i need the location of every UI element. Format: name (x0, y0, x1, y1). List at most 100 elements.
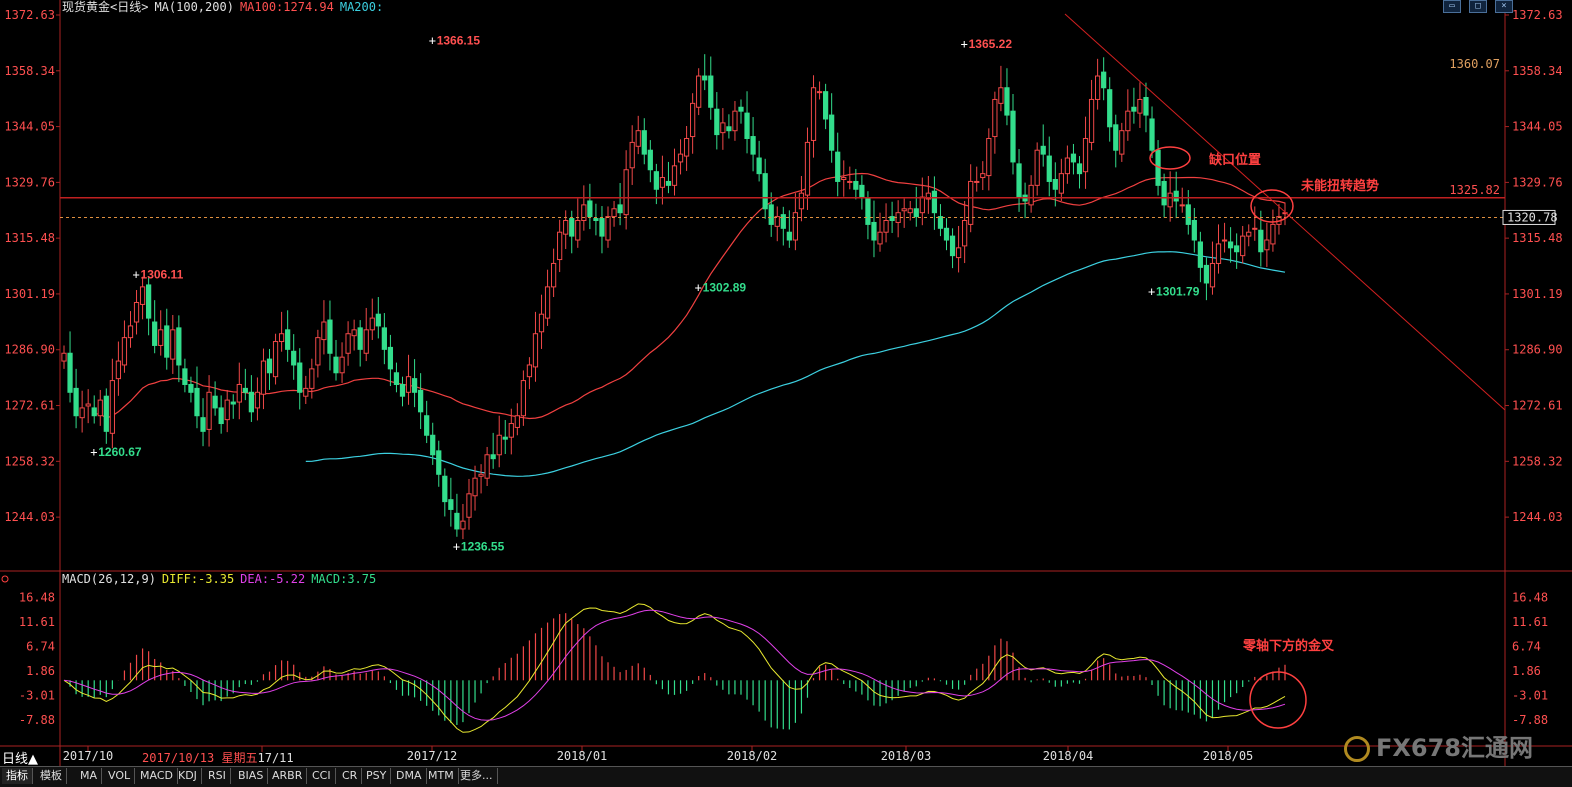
candle-body (188, 383, 194, 393)
candle-body (484, 454, 490, 479)
candle-body (720, 122, 726, 134)
candle-body (611, 208, 617, 218)
price-tick-left: 1258.32 (4, 454, 55, 468)
symbol-title[interactable]: 现货黄金<日线> (62, 0, 148, 14)
candle-body (1197, 241, 1203, 268)
candle-body (986, 138, 992, 177)
candle-body (67, 352, 73, 393)
period-indicator[interactable]: 日线▲ (2, 748, 38, 767)
candle-body (1113, 124, 1119, 151)
candle-body (1125, 110, 1131, 132)
candle-body (411, 378, 418, 393)
candle-body (1137, 98, 1143, 114)
price-tick-left: 1286.90 (4, 343, 55, 357)
candle-body (1131, 106, 1137, 112)
tab-kdj[interactable]: KDJ (174, 768, 202, 784)
candle-body (829, 114, 835, 151)
tab-cci[interactable]: CCI (308, 768, 336, 784)
macd-tick-right: 11.61 (1512, 615, 1548, 629)
tab-cr[interactable]: CR (338, 768, 363, 784)
tab-psy[interactable]: PSY (362, 768, 392, 784)
candle-body (1004, 87, 1010, 116)
candle-body (430, 434, 436, 456)
candle-body (176, 327, 182, 366)
tab-bias[interactable]: BIAS (234, 768, 269, 784)
candle-body (937, 216, 944, 229)
candle-body (182, 368, 188, 385)
candle-body (333, 356, 339, 374)
candle-body (931, 190, 938, 214)
candle-body (690, 102, 696, 138)
tab-template[interactable]: 模板 (36, 768, 67, 784)
candle-body (835, 151, 841, 182)
tab-vol[interactable]: VOL (104, 768, 136, 784)
tab-mtm[interactable]: MTM (424, 768, 459, 784)
candle-body (756, 157, 762, 175)
candle-body (955, 247, 962, 259)
candle-body (442, 475, 448, 503)
candle-body (907, 208, 913, 214)
candle-body (1010, 110, 1016, 163)
candle-body (194, 387, 200, 417)
candle-body (623, 169, 629, 216)
tab-rsi[interactable]: RSI (204, 768, 231, 784)
ma-indicator-label[interactable]: MA(100,200) (154, 0, 233, 14)
candle-body (883, 219, 889, 233)
candle-body (871, 221, 877, 241)
candle-body (315, 337, 321, 366)
candle-body (369, 317, 375, 331)
candle-body (357, 327, 363, 350)
gap-annotation: 缺口位置 (1208, 152, 1261, 168)
candle-body (387, 346, 394, 370)
candle-body (127, 325, 134, 339)
candle-body (665, 180, 672, 186)
macd-value: MACD:3.75 (311, 572, 377, 586)
candle-body (532, 333, 539, 368)
tab-indicator[interactable]: 指标 (2, 768, 33, 784)
candle-body (436, 450, 442, 475)
candle-body (1064, 157, 1071, 175)
candle-body (877, 231, 883, 245)
candle-body (557, 231, 563, 261)
candle-body (569, 218, 575, 237)
candle-body (1088, 98, 1095, 143)
candle-body (599, 218, 605, 237)
candle-body (1246, 231, 1252, 237)
tab-macd[interactable]: MACD (136, 768, 178, 784)
candle-body (164, 325, 170, 358)
candle-body (381, 327, 387, 350)
tab-more[interactable]: 更多... (456, 768, 498, 784)
extreme-value-label: 1365.22 (969, 37, 1013, 51)
candle-body (968, 180, 974, 225)
candle-body (1028, 184, 1034, 206)
maximize-icon[interactable]: □ (1469, 0, 1487, 13)
close-icon[interactable]: × (1495, 0, 1513, 13)
macd-label[interactable]: MACD(26,12,9) (62, 572, 156, 586)
candle-body (998, 87, 1004, 104)
tab-ma[interactable]: MA (76, 768, 103, 784)
candle-body (309, 368, 315, 389)
candle-body (508, 423, 514, 438)
date-tick-label: 2017/12 (407, 749, 458, 763)
candle-body (1270, 223, 1276, 245)
macd-tick-left: -3.01 (19, 688, 55, 702)
restore-icon[interactable]: ▭ (1443, 0, 1461, 13)
candle-body (448, 499, 454, 510)
candle-body (538, 313, 545, 333)
candle-body (466, 493, 472, 518)
candle-body (659, 177, 666, 188)
candle-body (170, 329, 176, 360)
candle-body (816, 91, 823, 94)
candle-body (254, 391, 261, 409)
candle-body (575, 219, 581, 241)
candle-body (587, 200, 593, 218)
macd-header: MACD(26,12,9) DIFF:-3.35 DEA:-5.22 MACD:3.7… (62, 572, 382, 586)
price-chart[interactable]: 1360.071325.821320.78+ 1366.15 +1365.22+ 13… (0, 0, 1572, 786)
candle-body (1221, 239, 1228, 242)
tab-dma[interactable]: DMA (392, 768, 427, 784)
candle-body (1258, 229, 1264, 253)
dea-value: DEA:-5.22 (240, 572, 306, 586)
candle-body (865, 198, 871, 225)
candle-body (272, 341, 279, 378)
tab-arbr[interactable]: ARBR (268, 768, 308, 784)
